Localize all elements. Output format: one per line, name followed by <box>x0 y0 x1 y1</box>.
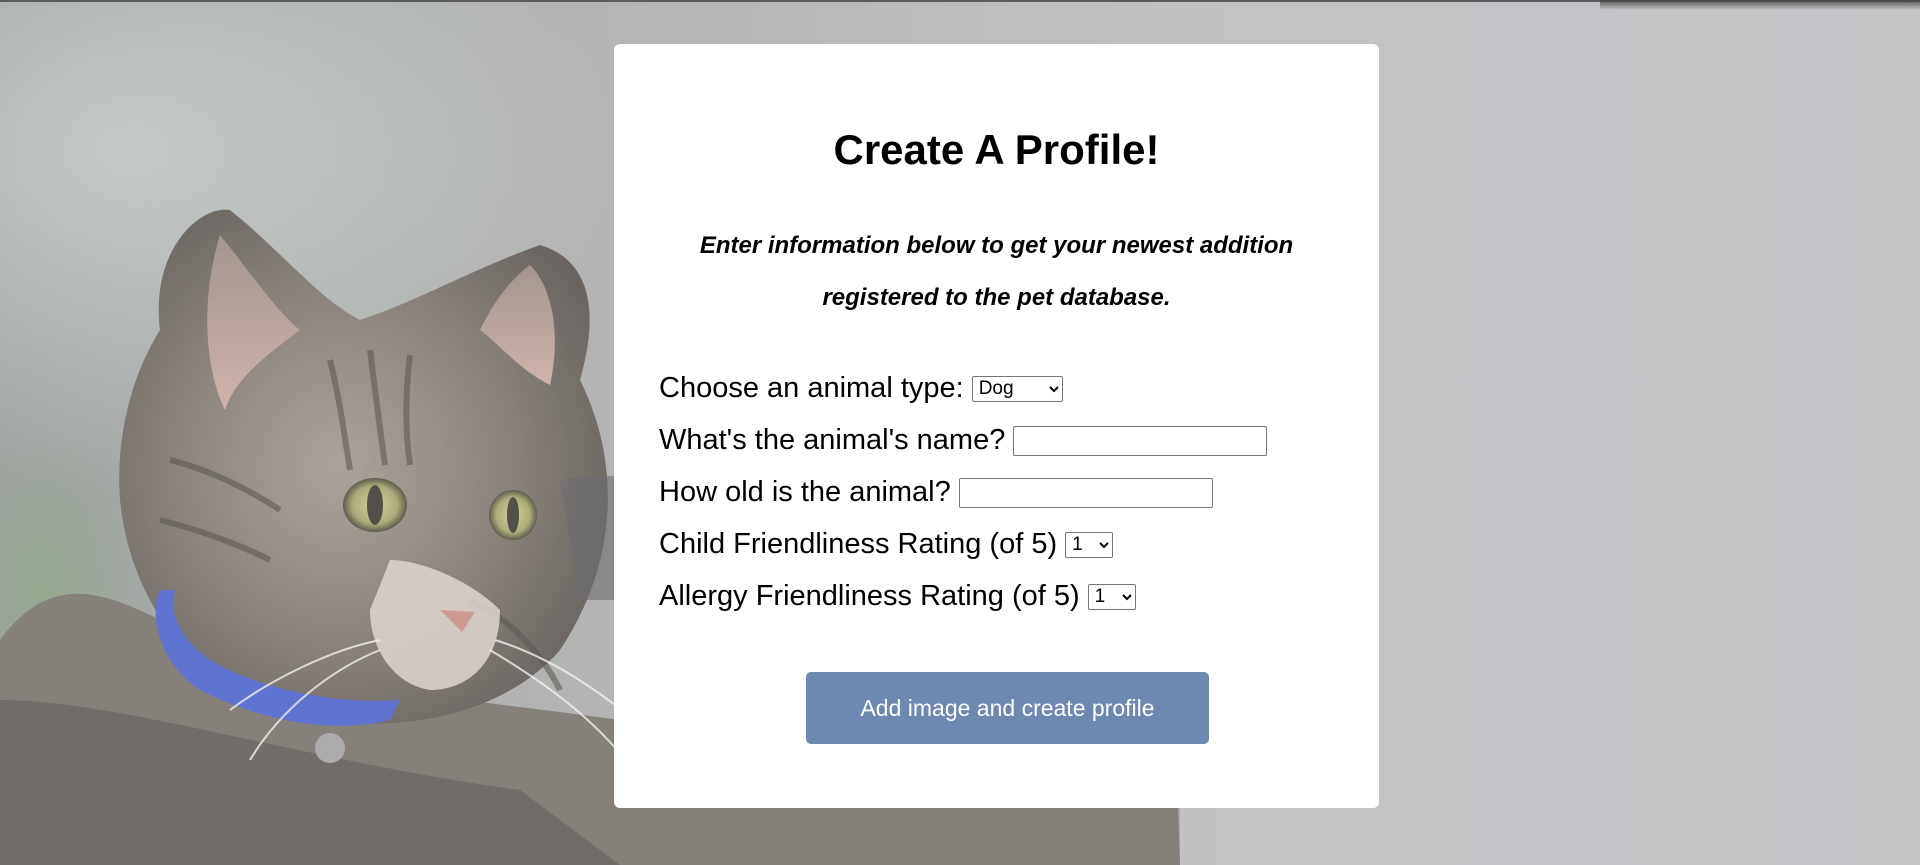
child-rating-label: Child Friendliness Rating (of 5) <box>659 528 1058 560</box>
allergy-rating-label: Allergy Friendliness Rating (of 5) <box>659 580 1080 612</box>
animal-age-label: How old is the animal? <box>659 476 951 508</box>
animal-type-row: Choose an animal type: Dog <box>659 372 1063 405</box>
subtitle-line-2: registered to the pet database. <box>822 284 1171 311</box>
child-rating-row: Child Friendliness Rating (of 5) 1 <box>659 528 1114 561</box>
allergy-rating-row: Allergy Friendliness Rating (of 5) 1 <box>659 580 1136 613</box>
page-title: Create A Profile! <box>833 126 1160 173</box>
animal-name-label: What's the animal's name? <box>659 424 1006 456</box>
subtitle-line-1: Enter information below to get your newe… <box>699 232 1294 259</box>
allergy-rating-select[interactable]: 1 <box>1087 583 1136 610</box>
animal-name-input[interactable] <box>1013 425 1268 456</box>
top-shadow <box>1600 0 1920 10</box>
animal-type-label: Choose an animal type: <box>659 372 964 404</box>
child-rating-select[interactable]: 1 <box>1065 531 1114 558</box>
animal-age-input[interactable] <box>958 477 1213 508</box>
profile-form-card: Create A Profile! Enter information belo… <box>614 44 1379 808</box>
animal-age-row: How old is the animal? <box>659 476 1213 509</box>
form-subtitle: Enter information below to get your newe… <box>654 220 1339 324</box>
create-profile-button[interactable]: Add image and create profile <box>806 672 1209 744</box>
animal-name-row: What's the animal's name? <box>659 424 1268 457</box>
animal-type-select[interactable]: Dog <box>971 375 1063 402</box>
